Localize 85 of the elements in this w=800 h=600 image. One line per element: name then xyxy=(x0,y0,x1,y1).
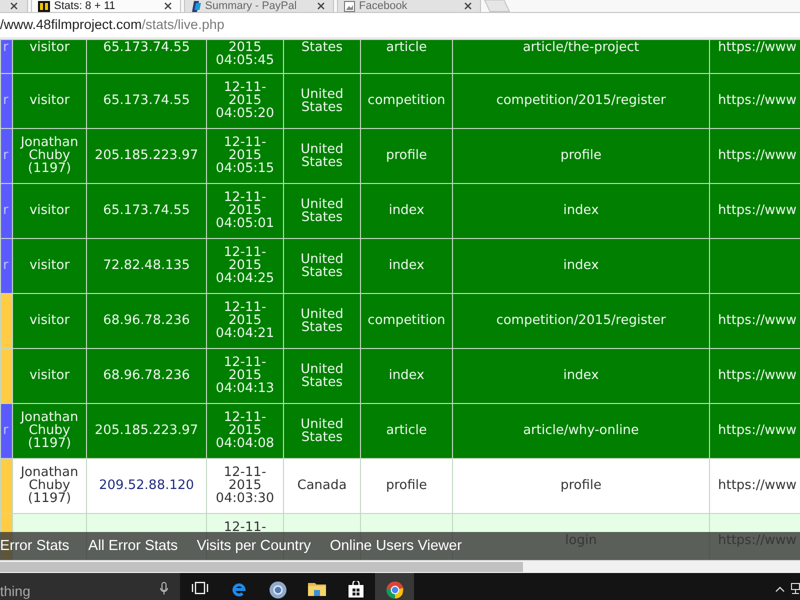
table-cell: United States xyxy=(284,73,360,128)
table-cell: Jonathan Chuby (1197) xyxy=(12,403,86,458)
table-cell: article xyxy=(360,40,452,73)
search-field[interactable]: thing xyxy=(0,573,180,600)
taskbar-button[interactable] xyxy=(375,573,414,600)
table-cell: article/the-project xyxy=(452,40,710,73)
task-view-icon xyxy=(190,581,208,595)
table-cell: visitor xyxy=(12,40,86,73)
table-cell: profile xyxy=(452,458,710,513)
table-cell: United States xyxy=(284,183,360,238)
table-cell: article xyxy=(360,403,452,458)
table-cell: visitor xyxy=(12,73,86,128)
close-icon[interactable] xyxy=(10,2,18,10)
table-cell: visitor xyxy=(12,293,86,348)
table-cell: index xyxy=(360,238,452,293)
table-cell: profile xyxy=(452,128,710,183)
table-cell: United States xyxy=(284,403,360,458)
browser-tab[interactable] xyxy=(0,0,28,12)
table-cell: 12-11-2015 04:04:21 xyxy=(206,293,284,348)
browser-tab[interactable]: Stats: 8 + 11 xyxy=(31,0,181,12)
nav-link[interactable]: Error Stats xyxy=(0,538,70,554)
table-cell: 68.96.78.236 xyxy=(86,293,206,348)
table-cell: States xyxy=(284,40,360,73)
table-cell: https://www xyxy=(710,40,800,73)
table-cell: 205.185.223.97 xyxy=(86,403,206,458)
close-icon[interactable] xyxy=(317,2,325,10)
table-cell: 2015 04:05:45 xyxy=(206,40,284,73)
table-cell: United States xyxy=(284,348,360,403)
chevron-up-icon[interactable] xyxy=(775,586,785,592)
table-cell: Jonathan Chuby (1197) xyxy=(12,128,86,183)
table-cell: United States xyxy=(284,293,360,348)
table-cell: 205.185.223.97 xyxy=(86,128,206,183)
network-icon[interactable] xyxy=(791,583,800,595)
table-cell: competition/2015/register xyxy=(452,293,710,348)
table-cell: 65.173.74.55 xyxy=(86,40,206,73)
table-cell: index xyxy=(452,238,710,293)
ring-logo-icon xyxy=(386,581,404,599)
table-cell: competition/2015/register xyxy=(452,73,710,128)
status-marker: r xyxy=(0,183,12,238)
browser-tab[interactable]: Summary - PayPal xyxy=(184,0,334,12)
table-cell: United States xyxy=(284,238,360,293)
table-cell: index xyxy=(360,348,452,403)
table-cell: index xyxy=(452,183,710,238)
table-cell: visitor xyxy=(12,348,86,403)
table-cell: 12-11-2015 04:04:13 xyxy=(206,348,284,403)
e-logo-icon xyxy=(230,581,246,597)
table-cell: 12-11-2015 04:04:25 xyxy=(206,238,284,293)
table-cell: visitor xyxy=(12,183,86,238)
table-cell: article/why-online xyxy=(452,403,710,458)
status-marker: r xyxy=(0,40,12,73)
table-cell: 209.52.88.120 xyxy=(86,458,206,513)
status-marker: r xyxy=(0,73,12,128)
table-cell: Jonathan Chuby (1197) xyxy=(12,458,86,513)
table-cell: 65.173.74.55 xyxy=(86,73,206,128)
table-cell: 72.82.48.135 xyxy=(86,238,206,293)
scrollbar-thumb[interactable] xyxy=(0,562,523,572)
table-cell: visitor xyxy=(12,238,86,293)
close-icon[interactable] xyxy=(164,2,172,10)
logo-icon xyxy=(191,0,201,12)
table-cell: profile xyxy=(360,128,452,183)
browser-tab[interactable]: Facebook xyxy=(337,0,481,12)
close-icon[interactable] xyxy=(464,2,472,10)
table-cell: 12-11-2015 04:04:08 xyxy=(206,403,284,458)
table-cell: 12-11-2015 04:05:20 xyxy=(206,73,284,128)
table-cell: 12-11-2015 04:05:15 xyxy=(206,128,284,183)
table-cell: 68.96.78.236 xyxy=(86,348,206,403)
sphere-logo-icon xyxy=(268,581,286,599)
table-cell: Canada xyxy=(284,458,360,513)
table-cell: competition xyxy=(360,73,452,128)
status-marker: r xyxy=(0,238,12,293)
table-cell: profile xyxy=(360,458,452,513)
shopping-bag-icon xyxy=(348,581,364,598)
table-cell: United States xyxy=(284,128,360,183)
table-cell: competition xyxy=(360,293,452,348)
table-cell: 65.173.74.55 xyxy=(86,183,206,238)
logo-icon xyxy=(38,0,50,12)
folder-icon xyxy=(308,581,326,596)
table-cell: 12-11-2015 04:03:30 xyxy=(206,458,284,513)
status-marker: r xyxy=(0,128,12,183)
table-cell: index xyxy=(360,183,452,238)
table-cell: index xyxy=(452,348,710,403)
table-cell: 12-11-2015 04:05:01 xyxy=(206,183,284,238)
microphone-icon[interactable] xyxy=(160,582,168,595)
address-field[interactable]: /www.48filmproject.com/stats/live.php xyxy=(0,13,800,37)
status-marker: r xyxy=(0,403,12,458)
